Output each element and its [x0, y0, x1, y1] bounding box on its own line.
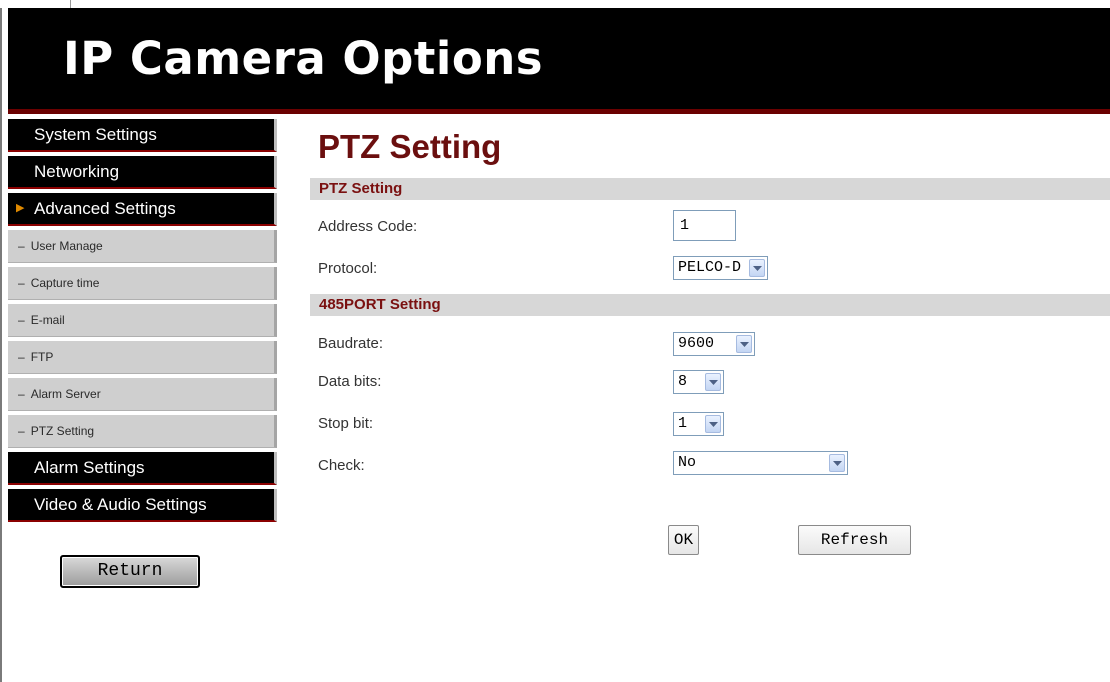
- address-code-input[interactable]: 1: [673, 210, 736, 241]
- check-label: Check:: [318, 457, 365, 474]
- header-banner: IP Camera Options: [8, 8, 1110, 114]
- chevron-down-icon[interactable]: [829, 454, 845, 472]
- nav-label: Video & Audio Settings: [34, 495, 207, 514]
- nav-sub-label: PTZ Setting: [30, 424, 95, 438]
- sidebar: System Settings Networking ▶ Advanced Set…: [8, 119, 277, 526]
- caret-right-icon: ▶: [16, 202, 25, 214]
- nav-system-settings[interactable]: System Settings: [8, 119, 277, 152]
- protocol-label: Protocol:: [318, 260, 378, 277]
- dash-icon: –: [18, 424, 25, 438]
- nav-sub-email[interactable]: – E-mail: [8, 304, 277, 337]
- dash-icon: –: [18, 387, 25, 401]
- stop-bit-label: Stop bit:: [318, 415, 374, 432]
- top-strip: [0, 0, 1110, 8]
- chevron-down-icon[interactable]: [705, 415, 721, 433]
- nav-label: Advanced Settings: [34, 199, 176, 218]
- section-485port-setting: 485PORT Setting: [310, 294, 1110, 316]
- chevron-down-icon[interactable]: [705, 373, 721, 391]
- return-button[interactable]: Return: [60, 555, 200, 588]
- data-bits-select[interactable]: 8: [673, 370, 724, 394]
- data-bits-value: 8: [678, 373, 688, 390]
- nav-sub-label: User Manage: [30, 239, 103, 253]
- header-red-line: [8, 109, 1110, 114]
- nav-sub-ftp[interactable]: – FTP: [8, 341, 277, 374]
- check-select[interactable]: No: [673, 451, 848, 475]
- refresh-button[interactable]: Refresh: [798, 525, 911, 555]
- nav-networking[interactable]: Networking: [8, 156, 277, 189]
- address-code-label: Address Code:: [318, 218, 418, 235]
- top-tick: [70, 0, 71, 8]
- stop-bit-select[interactable]: 1: [673, 412, 724, 436]
- dash-icon: –: [18, 276, 25, 290]
- nav-sub-label: Alarm Server: [30, 387, 101, 401]
- app-title: IP Camera Options: [63, 32, 544, 85]
- nav-sub-label: FTP: [30, 350, 54, 364]
- page-title: PTZ Setting: [318, 128, 502, 165]
- protocol-value: PELCO-D: [678, 259, 742, 276]
- left-border: [0, 8, 2, 682]
- nav-label: Networking: [34, 162, 120, 181]
- baudrate-label: Baudrate:: [318, 335, 384, 352]
- nav-advanced-settings[interactable]: ▶ Advanced Settings: [8, 193, 277, 226]
- dash-icon: –: [18, 239, 25, 253]
- nav-label: System Settings: [34, 125, 157, 144]
- ok-button[interactable]: OK: [668, 525, 699, 555]
- nav-sub-capture-time[interactable]: – Capture time: [8, 267, 277, 300]
- baudrate-value: 9600: [678, 335, 715, 352]
- chevron-down-icon[interactable]: [749, 259, 765, 277]
- stop-bit-value: 1: [678, 415, 688, 432]
- nav-alarm-settings[interactable]: Alarm Settings: [8, 452, 277, 485]
- chevron-down-icon[interactable]: [736, 335, 752, 353]
- dash-icon: –: [18, 313, 25, 327]
- data-bits-label: Data bits:: [318, 373, 382, 390]
- dash-icon: –: [18, 350, 25, 364]
- section-ptz-setting: PTZ Setting: [310, 178, 1110, 200]
- nav-sub-label: E-mail: [30, 313, 65, 327]
- check-value: No: [678, 454, 697, 471]
- nav-video-audio-settings[interactable]: Video & Audio Settings: [8, 489, 277, 522]
- nav-sub-alarm-server[interactable]: – Alarm Server: [8, 378, 277, 411]
- protocol-select[interactable]: PELCO-D: [673, 256, 768, 280]
- baudrate-select[interactable]: 9600: [673, 332, 755, 356]
- nav-sub-user-manage[interactable]: – User Manage: [8, 230, 277, 263]
- nav-sub-ptz-setting[interactable]: – PTZ Setting: [8, 415, 277, 448]
- nav-label: Alarm Settings: [34, 458, 145, 477]
- nav-sub-label: Capture time: [30, 276, 100, 290]
